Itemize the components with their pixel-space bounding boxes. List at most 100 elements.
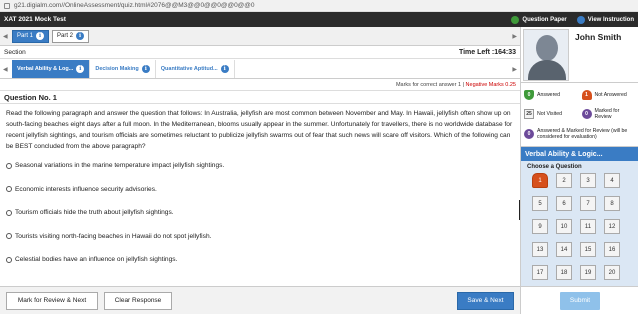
question-grid: 1 2 3 4 5 6 7 8 9 10 11 12 13 14 15 16 17 18 19 20 — [532, 173, 632, 280]
tab-decision-making[interactable]: Decision Making i — [90, 59, 156, 78]
legend-label: Marked for Review — [594, 107, 620, 120]
info-icon[interactable]: i — [220, 64, 229, 73]
section-row: Section Time Left :164:33 — [0, 46, 520, 59]
section-tab-label: Verbal Ability & Log... — [17, 65, 74, 72]
sections-bar: ◀ Verbal Ability & Log... i Decision Mak… — [0, 59, 520, 79]
question-button-1[interactable]: 1 — [532, 173, 548, 188]
browser-address-bar[interactable]: g21.digialm.com//OnlineAssessment/quiz.h… — [0, 0, 638, 12]
avatar — [523, 29, 569, 81]
scroll-left-icon[interactable]: ◀ — [3, 33, 8, 40]
radio-button[interactable] — [6, 162, 12, 169]
view-instruction-label: View Instruction — [587, 16, 634, 23]
info-icon[interactable]: i — [141, 64, 150, 73]
submit-area: Submit — [521, 286, 638, 314]
submit-button[interactable]: Submit — [560, 291, 600, 310]
legend-not-visited: 25 Not Visited — [524, 105, 578, 122]
view-instruction-link[interactable]: View Instruction — [576, 15, 634, 24]
clear-response-button[interactable]: Clear Response — [104, 291, 172, 310]
question-button-9[interactable]: 9 — [532, 219, 548, 234]
legend-label: Answered — [537, 91, 561, 98]
question-button-19[interactable]: 19 — [580, 265, 596, 280]
question-button-5[interactable]: 5 — [532, 196, 548, 211]
action-bar: Mark for Review & Next Clear Response Sa… — [0, 286, 520, 314]
radio-button[interactable] — [6, 233, 12, 240]
section-label: Section — [4, 48, 26, 56]
question-button-7[interactable]: 7 — [580, 196, 596, 211]
answered-icon: 0 — [524, 89, 534, 100]
option-5[interactable]: Celestial bodies have an influence on je… — [6, 248, 520, 272]
legend-not-answered: 1 Not Answered — [581, 87, 636, 102]
section-tab-label: Decision Making — [95, 65, 139, 72]
exam-title: XAT 2021 Mock Test — [4, 16, 66, 23]
tab-part-2[interactable]: Part 2 i — [52, 29, 90, 43]
mark-for-review-button[interactable]: Mark for Review & Next — [6, 291, 98, 310]
question-button-17[interactable]: 17 — [532, 265, 548, 280]
not-answered-icon: 1 — [581, 89, 592, 100]
question-button-6[interactable]: 6 — [556, 196, 572, 211]
question-button-3[interactable]: 3 — [580, 173, 596, 188]
scroll-right-icon[interactable]: ▶ — [512, 33, 517, 40]
candidate-name: John Smith — [575, 32, 622, 42]
scroll-left-icon[interactable]: ◀ — [3, 66, 8, 73]
radio-button[interactable] — [6, 186, 12, 193]
exam-header: XAT 2021 Mock Test Question Paper View I… — [0, 12, 638, 27]
option-4[interactable]: Tourists visiting north-facing beaches i… — [6, 225, 520, 249]
negative-marks: Negative Marks 0.25 — [465, 81, 516, 88]
marked-for-review-icon: 0 — [581, 108, 592, 119]
radio-button[interactable] — [6, 209, 12, 216]
question-button-18[interactable]: 18 — [556, 265, 572, 280]
question-paper-icon — [511, 15, 520, 24]
option-1[interactable]: Seasonal variations in the marine temper… — [6, 154, 520, 178]
question-button-14[interactable]: 14 — [556, 242, 572, 257]
lock-icon — [4, 2, 10, 9]
option-text: Tourism officials hide the truth about j… — [15, 209, 174, 217]
info-icon[interactable]: i — [76, 32, 85, 40]
status-legend: 0 Answered 1 Not Answered 25 Not Visited… — [521, 83, 638, 147]
option-text: Seasonal variations in the marine temper… — [15, 162, 225, 170]
choose-question-label: Choose a Question — [527, 164, 582, 170]
legend-answered: 0 Answered — [524, 87, 578, 102]
save-next-button[interactable]: Save & Next — [457, 291, 514, 310]
marks-info: Marks for correct answer 1 | Negative Ma… — [0, 79, 520, 91]
question-paper-label: Question Paper — [522, 16, 567, 23]
question-button-13[interactable]: 13 — [532, 242, 548, 257]
question-palette: Choose a Question 1 2 3 4 5 6 7 8 9 10 11 12 13 14 15 1… — [521, 161, 638, 287]
option-3[interactable]: Tourism officials hide the truth about j… — [6, 201, 520, 225]
tab-quantitative-aptitude[interactable]: Quantitative Aptitud... i — [156, 59, 235, 78]
question-button-16[interactable]: 16 — [604, 242, 620, 257]
options-list: Seasonal variations in the marine temper… — [0, 154, 520, 272]
parts-bar: ◀ Part 1 i Part 2 i ▶ — [0, 27, 520, 46]
question-button-20[interactable]: 20 — [604, 265, 620, 280]
candidate-profile: John Smith — [521, 27, 638, 83]
part-label: Part 2 — [57, 33, 74, 39]
question-button-15[interactable]: 15 — [580, 242, 596, 257]
time-left: Time Left :164:33 — [458, 48, 516, 56]
question-button-11[interactable]: 11 — [580, 219, 596, 234]
option-2[interactable]: Economic interests influence security ad… — [6, 178, 520, 202]
correct-marks: Marks for correct answer 1 — [395, 81, 462, 88]
question-button-12[interactable]: 12 — [604, 219, 620, 234]
question-area: ◀ Part 1 i Part 2 i ▶ Section Time Left … — [0, 27, 520, 314]
question-button-2[interactable]: 2 — [556, 173, 572, 188]
info-icon[interactable]: i — [76, 64, 85, 73]
option-text: Economic interests influence security ad… — [15, 185, 157, 193]
legend-marked: 0 Marked for Review — [581, 105, 636, 122]
radio-button[interactable] — [6, 256, 12, 263]
legend-label: Answered & Marked for Review (will be co… — [537, 127, 628, 140]
url-text: g21.digialm.com//OnlineAssessment/quiz.h… — [14, 2, 255, 9]
part-label: Part 1 — [17, 33, 34, 39]
question-button-10[interactable]: 10 — [556, 219, 572, 234]
option-text: Celestial bodies have an influence on je… — [15, 256, 178, 264]
answered-marked-icon: 0 — [524, 128, 534, 139]
scroll-right-icon[interactable]: ▶ — [512, 66, 517, 73]
question-button-4[interactable]: 4 — [604, 173, 620, 188]
tab-verbal-ability[interactable]: Verbal Ability & Log... i — [12, 59, 91, 78]
section-tab-label: Quantitative Aptitud... — [160, 65, 218, 72]
info-icon[interactable]: i — [36, 32, 45, 40]
question-paper-link[interactable]: Question Paper — [511, 15, 567, 24]
tab-part-1[interactable]: Part 1 i — [12, 29, 50, 43]
side-panel: John Smith 0 Answered 1 Not Answered 25 … — [520, 27, 638, 314]
info-icon — [576, 15, 585, 24]
question-button-8[interactable]: 8 — [604, 196, 620, 211]
not-visited-icon: 25 — [524, 108, 534, 119]
